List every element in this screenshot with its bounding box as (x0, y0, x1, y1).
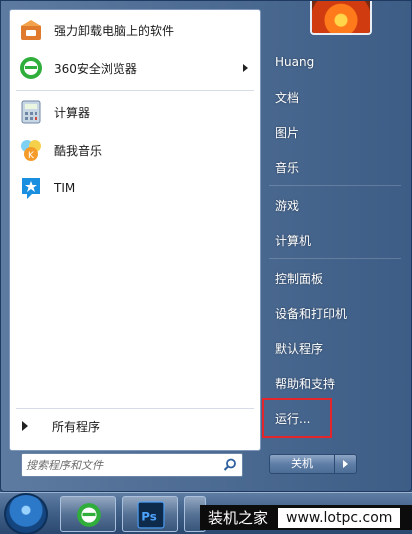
svg-text:Ps: Ps (141, 509, 157, 523)
shutdown-options-arrow-icon[interactable] (335, 454, 357, 474)
right-item-default-programs[interactable]: 默认程序 (275, 340, 323, 357)
right-item-computer[interactable]: 计算机 (275, 232, 311, 249)
all-programs-button[interactable]: 所有程序 (10, 412, 260, 440)
right-item-music[interactable]: 音乐 (275, 159, 299, 176)
program-label: 强力卸载电脑上的软件 (54, 23, 175, 38)
expand-triangle-icon (22, 421, 28, 431)
divider (16, 408, 254, 409)
taskbar-app-360-browser[interactable] (60, 496, 116, 532)
right-item-control-panel[interactable]: 控制面板 (275, 270, 323, 287)
program-item-calculator[interactable]: 计算器 (10, 94, 260, 130)
calculator-icon (21, 100, 41, 124)
right-item-user[interactable]: Huang (275, 55, 314, 69)
program-label: 360安全浏览器 (54, 61, 137, 76)
uninstall-box-icon (21, 20, 41, 40)
run-highlight-box (262, 398, 332, 438)
search-input[interactable] (26, 457, 216, 473)
program-label: 计算器 (54, 105, 91, 120)
watermark: 装机之家 www.lotpc.com (200, 505, 412, 530)
360-browser-icon (20, 57, 42, 79)
shutdown-button[interactable]: 关机 (269, 454, 335, 474)
all-programs-label: 所有程序 (52, 419, 101, 434)
program-label: 酷我音乐 (54, 143, 103, 158)
program-item-tim[interactable]: TIM (10, 170, 260, 206)
watermark-url: www.lotpc.com (278, 507, 401, 528)
program-item-kuwo-music[interactable]: K 酷我音乐 (10, 132, 260, 168)
watermark-brand: 装机之家 (200, 507, 277, 528)
tim-icon (22, 178, 40, 199)
divider (269, 185, 401, 186)
360-browser-icon (77, 503, 101, 527)
search-icon[interactable] (223, 458, 237, 472)
right-item-games[interactable]: 游戏 (275, 197, 299, 214)
search-box[interactable] (21, 453, 243, 477)
right-item-documents[interactable]: 文档 (275, 89, 299, 106)
program-item-360-browser[interactable]: 360安全浏览器 (10, 50, 260, 86)
divider (269, 258, 401, 259)
taskbar-app-photoshop[interactable]: Ps (122, 496, 178, 532)
photoshop-icon: Ps (137, 501, 165, 529)
right-item-devices-printers[interactable]: 设备和打印机 (275, 305, 347, 322)
program-label: TIM (54, 181, 76, 195)
submenu-arrow-icon[interactable] (243, 64, 248, 72)
program-item-uninstall[interactable]: 强力卸载电脑上的软件 (10, 12, 260, 48)
start-orb-icon[interactable] (4, 493, 48, 534)
programs-pane: 强力卸载电脑上的软件 360安全浏览器 计算器 K 酷我音乐 TIM 所有程序 (9, 9, 261, 451)
start-menu: 强力卸载电脑上的软件 360安全浏览器 计算器 K 酷我音乐 TIM 所有程序 … (0, 0, 412, 492)
kuwo-music-icon: K (21, 140, 41, 161)
right-item-help-support[interactable]: 帮助和支持 (275, 375, 335, 392)
user-avatar[interactable] (310, 1, 372, 35)
right-item-pictures[interactable]: 图片 (275, 124, 299, 141)
divider (16, 90, 254, 91)
